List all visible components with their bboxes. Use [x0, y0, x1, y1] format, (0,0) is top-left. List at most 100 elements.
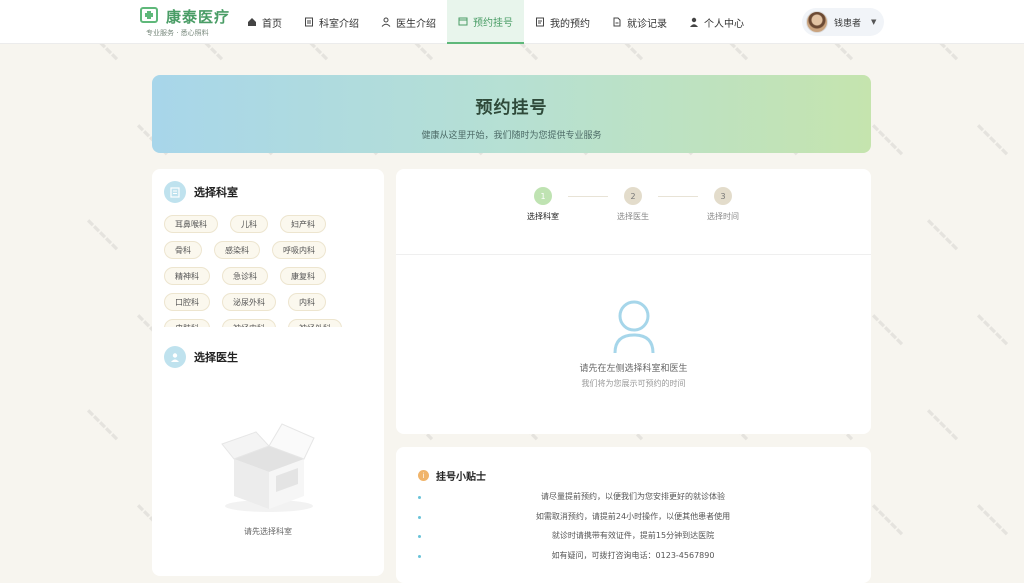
step-number: 2: [624, 187, 642, 205]
tip-item: 请尽量提前预约，以便我们为您安排更好的就诊体验: [418, 491, 848, 505]
doctor-icon: [381, 17, 391, 27]
department-chip[interactable]: 口腔科: [164, 293, 210, 311]
document-icon: [535, 17, 545, 27]
watermark-mark: ▬▬▬▬▬: [83, 216, 121, 254]
selection-panel: 选择科室 耳鼻喉科 儿科 妇产科 骨科 感染科 呼吸内科 精神科 急诊科 康复科 口腔科 泌尿外科内…: [152, 169, 384, 576]
department-row: 耳鼻喉科 儿科 妇产科: [164, 215, 374, 241]
nav-item-6[interactable]: 就诊记录: [601, 0, 678, 44]
brand-subtitle: 专业服务 · 悉心照料: [146, 29, 209, 37]
nav-item-5[interactable]: 我的预约: [524, 0, 601, 44]
nav-item-4[interactable]: 预约挂号: [447, 0, 524, 44]
calendar-icon: [458, 16, 468, 26]
divider: [396, 254, 871, 255]
tips-title: 挂号小贴士: [436, 472, 486, 483]
watermark-mark: ▬▬▬▬▬: [83, 406, 121, 444]
building-icon: [304, 17, 314, 27]
department-chip[interactable]: 泌尿外科: [222, 293, 276, 311]
page-subtitle: 健康从这里开始，我们随时为您提供专业服务: [421, 131, 602, 141]
doctor-section-title: 选择医生: [194, 351, 238, 364]
step-label: 选择时间: [707, 212, 739, 221]
brand-title: 康泰医疗: [166, 8, 231, 26]
record-icon: [612, 17, 622, 27]
time-empty-message: 请先在左侧选择科室和医生: [579, 364, 688, 374]
department-chip[interactable]: 儿科: [230, 215, 268, 233]
nav-item-label: 个人中心: [704, 18, 744, 30]
department-row: 皮肤科 神经内科 神经外科: [164, 319, 374, 327]
user-menu[interactable]: 钱患者 ▼: [802, 8, 884, 36]
watermark-mark: ▬▬▬▬▬: [973, 311, 1011, 349]
step-1: 1 选择科室: [513, 187, 573, 222]
watermark-mark: ▬▬▬▬▬: [923, 406, 961, 444]
step-2: 2 选择医生: [603, 187, 663, 222]
home-icon: [247, 17, 257, 27]
watermark-mark: ▬▬▬▬▬: [868, 121, 906, 159]
step-connector: [568, 196, 608, 197]
nav-item-2[interactable]: 科室介绍: [293, 0, 370, 44]
tips-panel: i 挂号小贴士 请尽量提前预约，以便我们为您安排更好的就诊体验如需取消预约，请提…: [396, 447, 871, 583]
medical-cross-icon: [140, 7, 158, 23]
department-chip[interactable]: 耳鼻喉科: [164, 215, 218, 233]
info-icon: i: [418, 470, 429, 481]
watermark-mark: ▬▬▬▬▬: [868, 501, 906, 539]
department-row: 精神科 急诊科 康复科: [164, 267, 374, 293]
step-label: 选择医生: [617, 212, 649, 221]
step-label: 选择科室: [527, 212, 559, 221]
tip-item: 就诊时请携带有效证件，提前15分钟到达医院: [418, 530, 848, 544]
tip-text: 如有疑问，可拨打咨询电话：0123-4567890: [551, 550, 715, 560]
department-chip[interactable]: 妇产科: [280, 215, 326, 233]
time-selection-panel: 1 选择科室 2 选择医生 3 选择时间 请先在左侧选择科室和医生 我们将为您展示可预约的…: [396, 169, 871, 434]
tip-item: 如有疑问，可拨打咨询电话：0123-4567890: [418, 550, 848, 564]
department-chip[interactable]: 感染科: [214, 241, 260, 259]
nav-item-7[interactable]: 个人中心: [678, 0, 755, 44]
tip-text: 就诊时请携带有效证件，提前15分钟到达医院: [551, 531, 715, 540]
department-chip[interactable]: 呼吸内科: [272, 241, 326, 259]
hero-banner: 预约挂号 健康从这里开始，我们随时为您提供专业服务: [152, 75, 871, 153]
nav-item-label: 医生介绍: [396, 18, 436, 30]
nav-item-3[interactable]: 医生介绍: [370, 0, 447, 44]
department-chip[interactable]: 内科: [288, 293, 326, 311]
page-title: 预约挂号: [475, 98, 548, 118]
empty-box-icon: [221, 423, 315, 512]
step-connector: [658, 196, 698, 197]
nav-item-label: 首页: [262, 18, 282, 30]
watermark-mark: ▬▬▬▬▬: [923, 216, 961, 254]
department-section-title: 选择科室: [194, 186, 238, 199]
department-chip[interactable]: 皮肤科: [164, 319, 210, 327]
nav-item-label: 预约挂号: [473, 17, 513, 29]
top-navbar: 康泰医疗 专业服务 · 悉心照料 首页 科室介绍 医生介绍 预约挂号 我的预约 就诊记录 个…: [0, 0, 1024, 44]
department-chip[interactable]: 康复科: [280, 267, 326, 285]
department-chip[interactable]: 精神科: [164, 267, 210, 285]
nav-item-label: 就诊记录: [627, 18, 667, 30]
tip-item: 如需取消预约，请提前24小时操作，以便其他患者使用: [418, 511, 848, 525]
time-empty-submessage: 我们将为您展示可预约的时间: [581, 379, 686, 388]
building-icon: [164, 181, 186, 203]
tips-header: i 挂号小贴士: [418, 468, 486, 483]
doctor-section-header: 选择医生: [164, 346, 238, 368]
doctor-empty-hint: 请先选择科室: [244, 527, 292, 536]
main-nav: 首页 科室介绍 医生介绍 预约挂号 我的预约 就诊记录 个人中心: [236, 0, 755, 44]
user-name: 钱患者: [834, 18, 862, 29]
step-number: 3: [714, 187, 732, 205]
nav-item-label: 我的预约: [550, 18, 590, 30]
nav-item-label: 科室介绍: [319, 18, 359, 30]
department-section-header: 选择科室: [164, 181, 238, 203]
department-row: 骨科 感染科 呼吸内科: [164, 241, 374, 267]
nav-item-1[interactable]: 首页: [236, 0, 293, 44]
department-row: 口腔科 泌尿外科 内科: [164, 293, 374, 319]
chevron-down-icon: ▼: [871, 18, 877, 26]
step-3: 3 选择时间: [693, 187, 753, 222]
department-chip[interactable]: 神经内科: [222, 319, 276, 327]
doctor-icon: [164, 346, 186, 368]
department-chip[interactable]: 骨科: [164, 241, 202, 259]
watermark-mark: ▬▬▬▬▬: [973, 501, 1011, 539]
step-number: 1: [534, 187, 552, 205]
progress-steps: 1 选择科室 2 选择医生 3 选择时间: [396, 187, 871, 227]
tip-text: 如需取消预约，请提前24小时操作，以便其他患者使用: [535, 511, 731, 521]
watermark-mark: ▬▬▬▬▬: [868, 311, 906, 349]
avatar: [806, 11, 828, 33]
department-chip[interactable]: 急诊科: [222, 267, 268, 285]
department-chip[interactable]: 神经外科: [288, 319, 342, 327]
department-list: 耳鼻喉科儿科妇产科骨科感染科呼吸内科精神科急诊科康复科口腔科泌尿外科内科皮肤科 神…: [164, 215, 374, 327]
user-icon: [689, 17, 699, 27]
user-outline-icon: [613, 300, 655, 354]
